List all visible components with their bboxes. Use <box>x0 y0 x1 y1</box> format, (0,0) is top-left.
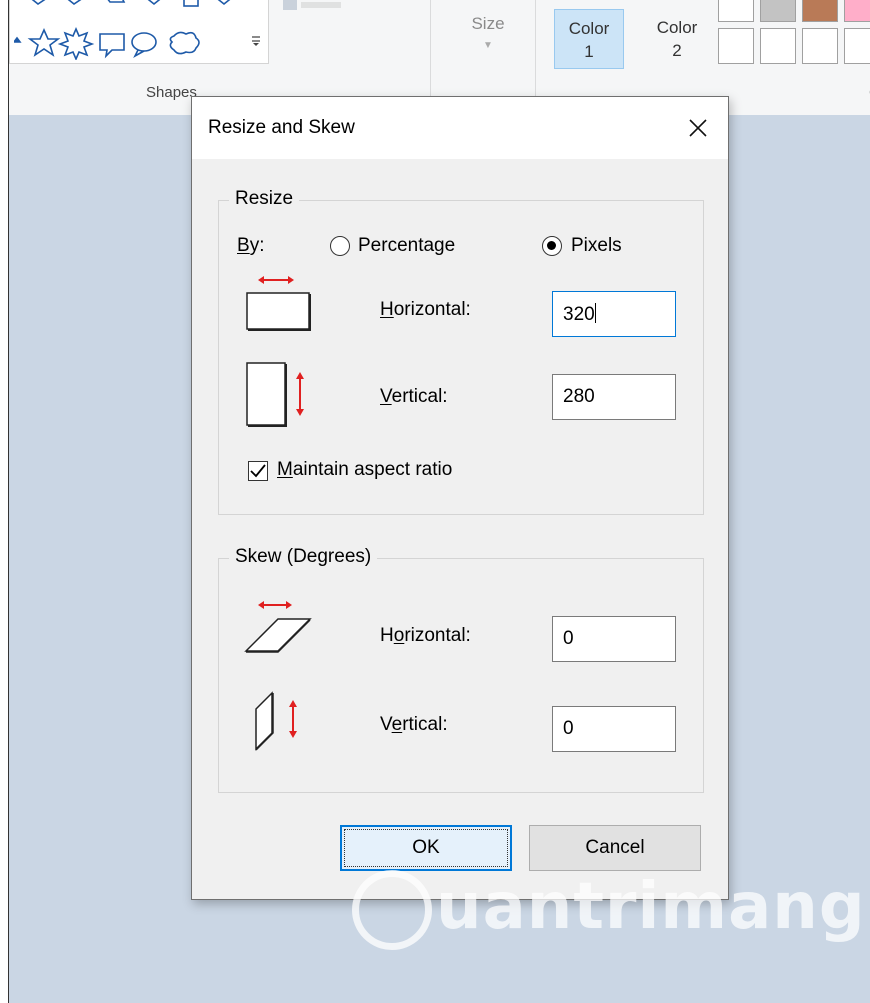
maintain-aspect-checkbox[interactable] <box>248 461 268 481</box>
resize-horizontal-label: Horizontal: <box>380 299 471 320</box>
gallery-more-icon[interactable] <box>247 26 265 56</box>
resize-vertical-input[interactable]: 280 <box>552 374 676 420</box>
skew-horizontal-icon <box>242 595 314 662</box>
color-swatch[interactable] <box>718 0 754 22</box>
color-swatch[interactable] <box>760 0 796 22</box>
resize-horizontal-icon <box>244 273 314 338</box>
maintain-aspect-label: Maintain aspect ratio <box>277 459 453 480</box>
color2-label: Color <box>656 18 698 37</box>
resize-vertical-icon <box>244 361 314 436</box>
color-swatch[interactable] <box>844 28 870 64</box>
star6-shape-icon <box>57 26 95 62</box>
dialog-title: Resize and Skew <box>208 117 355 138</box>
skew-vertical-input[interactable]: 0 <box>552 706 676 752</box>
color1-label: Color <box>568 19 610 38</box>
chevron-down-icon: ▼ <box>483 40 493 51</box>
by-label: By: <box>237 235 265 256</box>
color-swatch[interactable] <box>718 28 754 64</box>
star5-shape-icon <box>27 28 61 57</box>
pixels-radio[interactable] <box>542 236 562 256</box>
dialog-titlebar: Resize and Skew <box>192 97 728 159</box>
shapes-row-bottom <box>12 26 246 65</box>
color1-number: 1 <box>584 42 594 61</box>
color-swatch[interactable] <box>760 28 796 64</box>
resize-horizontal-input[interactable]: 320 <box>552 291 676 337</box>
size-label: Size <box>471 14 505 33</box>
ok-button[interactable]: OK <box>340 825 512 871</box>
cancel-button[interactable]: Cancel <box>529 825 701 871</box>
skew-vertical-icon <box>248 681 308 762</box>
color1-button[interactable]: Color 1 <box>554 9 624 69</box>
resize-skew-dialog: Resize and Skew Resize By: Percentage Pi… <box>191 96 729 900</box>
size-button[interactable]: Size ▼ <box>464 14 512 74</box>
callout-oval-shape-icon <box>131 32 157 52</box>
color2-button[interactable]: Color 2 <box>642 9 712 69</box>
skew-legend: Skew (Degrees) <box>229 546 378 568</box>
arrow-shape-icon <box>12 36 22 43</box>
color2-number: 2 <box>672 41 682 60</box>
shapes-row-bottom-icons <box>12 26 200 62</box>
shapes-row-top-icons <box>31 0 231 7</box>
percentage-radio[interactable] <box>330 236 350 256</box>
color-swatch[interactable] <box>802 28 838 64</box>
skew-horizontal-input[interactable]: 0 <box>552 616 676 662</box>
text-caret <box>594 303 596 323</box>
close-icon <box>689 119 707 137</box>
close-button[interactable] <box>668 97 728 159</box>
shapes-row-top <box>24 0 244 16</box>
resize-legend: Resize <box>229 188 300 210</box>
percentage-label: Percentage <box>358 235 456 256</box>
callout-rect-shape-icon <box>99 33 125 59</box>
pixels-label: Pixels <box>571 235 622 256</box>
checkmark-icon <box>250 464 266 478</box>
resize-vertical-label: Vertical: <box>380 386 448 407</box>
color-swatch[interactable] <box>844 0 870 22</box>
shapes-gallery[interactable] <box>9 0 269 64</box>
cloud-callout-shape-icon <box>169 31 200 55</box>
skew-horizontal-label: Horizontal: <box>380 625 471 646</box>
color-swatch[interactable] <box>802 0 838 22</box>
fill-button-ghost <box>281 0 351 16</box>
skew-vertical-label: Vertical: <box>380 714 448 735</box>
shapes-group-label: Shapes <box>146 84 197 101</box>
